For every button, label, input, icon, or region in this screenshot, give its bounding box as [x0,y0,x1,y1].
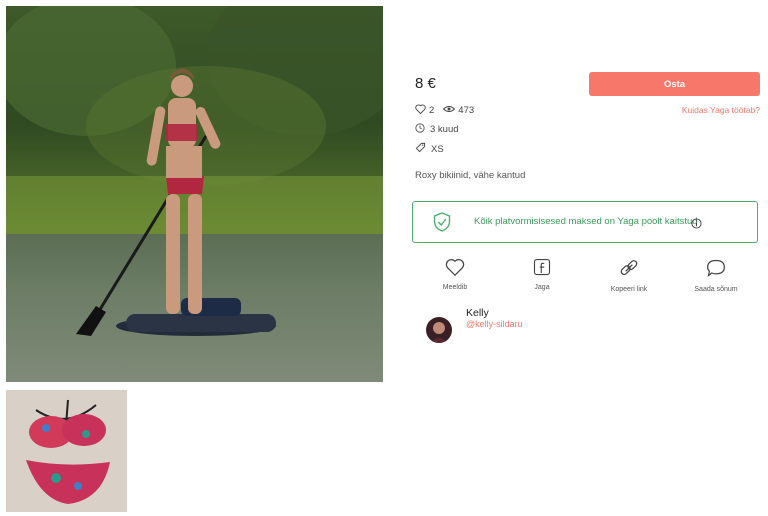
listing-age: 3 kuud [415,123,459,136]
how-it-works-link[interactable]: Kuidas Yaga töötab? [600,105,760,115]
copy-link-action[interactable]: Kopeeri link [597,258,661,293]
chat-icon [706,259,726,282]
clock-icon [415,123,425,136]
seller-name[interactable]: Kelly [466,307,489,319]
buy-button[interactable]: Osta [589,72,760,96]
listing-size: XS [415,142,444,156]
link-icon [619,260,639,282]
main-product-photo[interactable] [6,6,383,382]
facebook-icon [533,258,551,280]
heart-icon [415,104,426,117]
age-text: 3 kuud [430,124,459,135]
size-text: XS [431,143,444,155]
send-message-action[interactable]: Saada sõnum [684,258,748,293]
likes-count: 2 [429,105,435,116]
protection-text: Kõik platvormisisesed maksed on Yaga poo… [474,216,698,227]
heart-icon [445,259,465,280]
shield-icon [433,212,451,237]
tag-icon [415,142,426,156]
views-count: 473 [458,105,475,116]
seller-handle[interactable]: @kelly-sildaru [466,319,523,329]
avatar[interactable] [426,317,452,343]
info-icon[interactable] [691,216,702,234]
like-action[interactable]: Meeldib [423,258,487,291]
listing-stats: 2 473 [415,104,474,117]
description: Roxy bikiinid, vähe kantud [415,170,526,181]
share-action[interactable]: Jaga [510,258,574,291]
product-thumbnail[interactable] [6,390,127,512]
send-message-label: Saada sõnum [694,286,738,293]
copy-link-label: Kopeeri link [610,286,648,293]
share-label: Jaga [534,284,550,291]
eye-icon [443,105,456,116]
like-label: Meeldib [442,284,468,291]
price: 8 € [415,75,436,92]
